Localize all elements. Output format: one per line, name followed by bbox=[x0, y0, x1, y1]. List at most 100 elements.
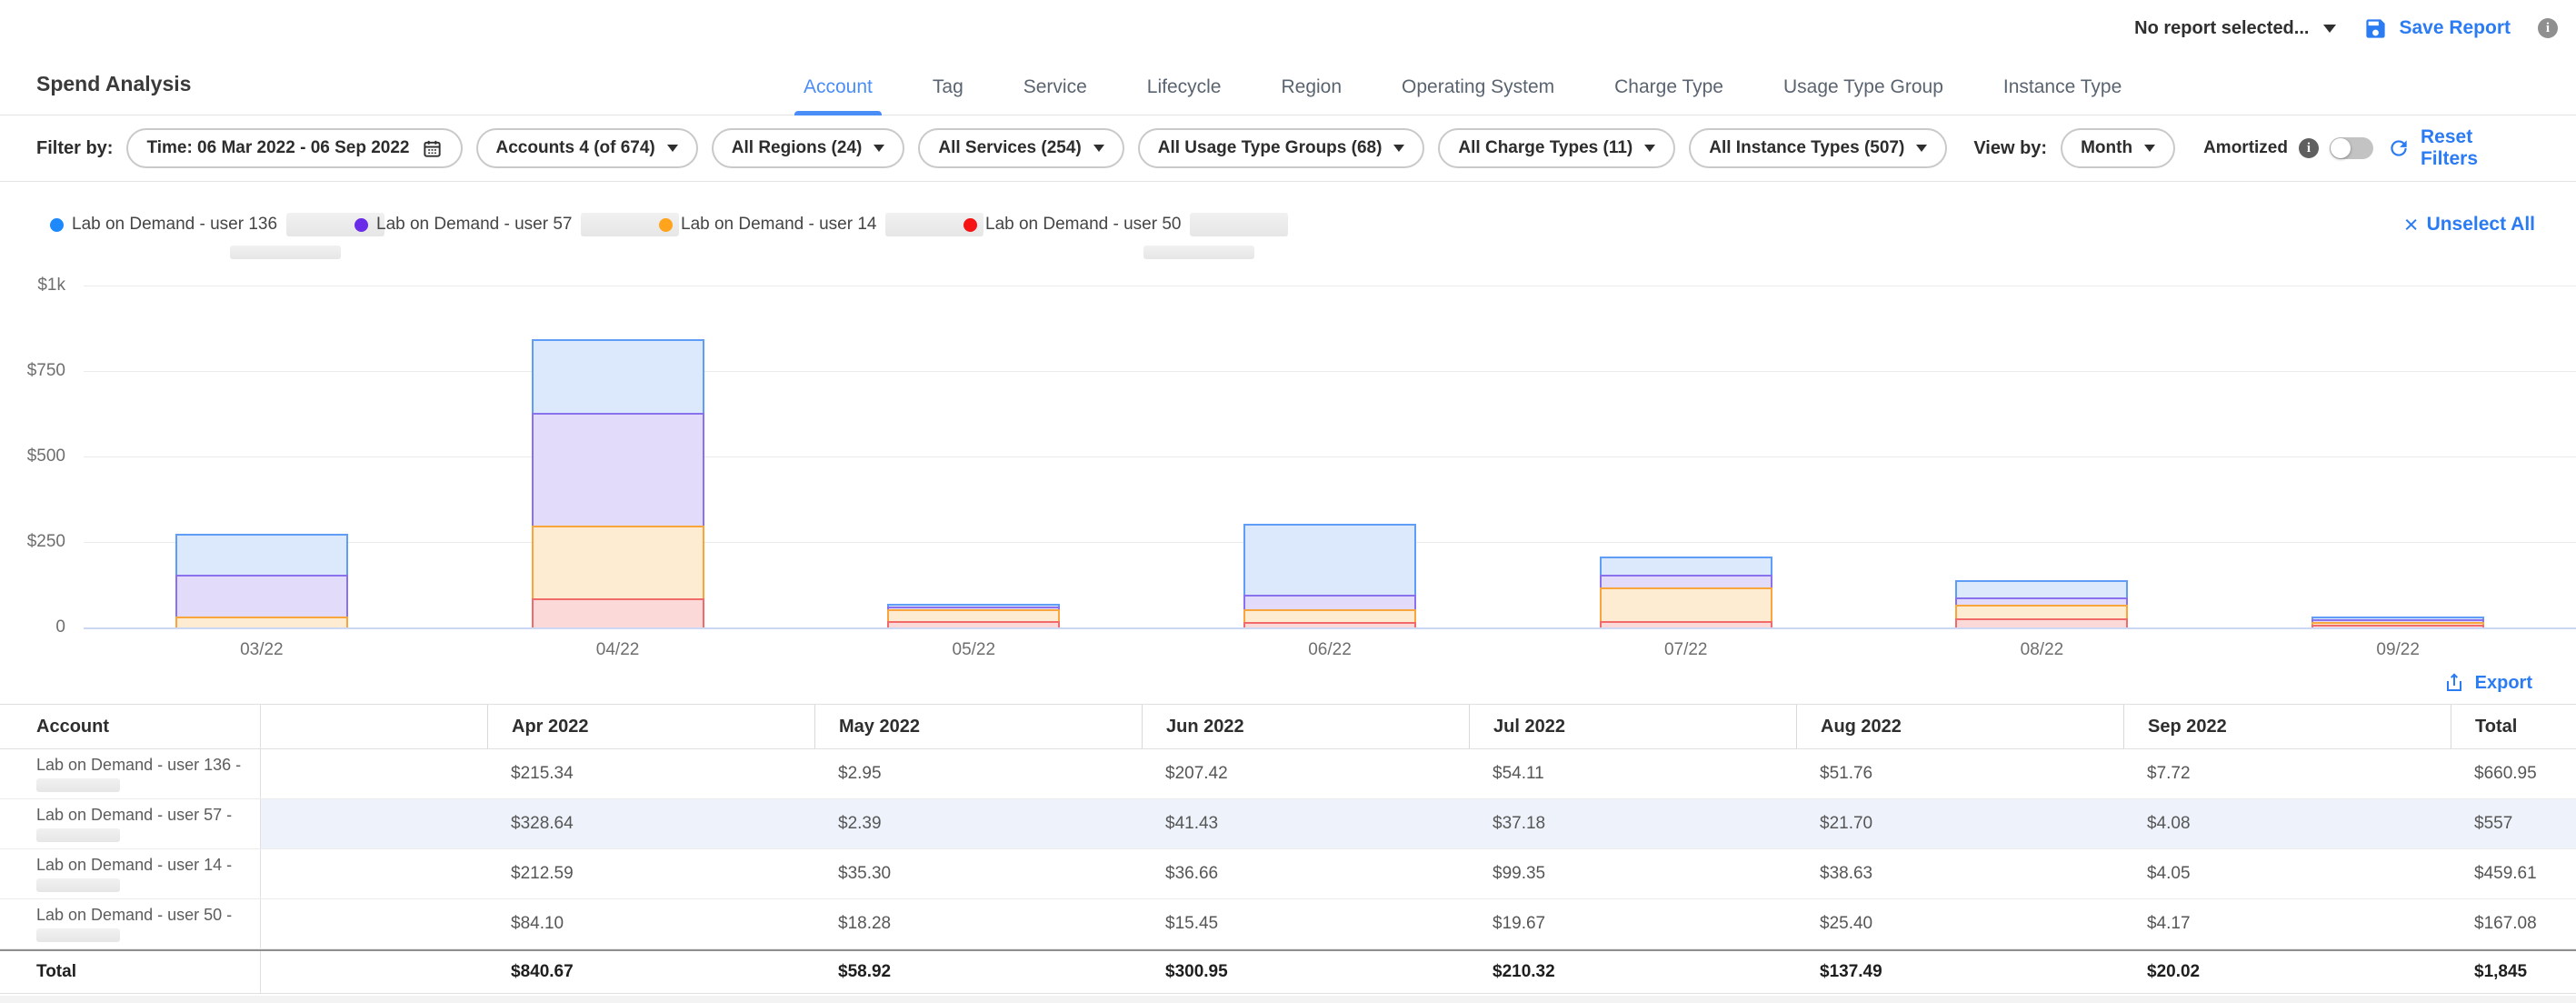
table-row[interactable]: Lab on Demand - user 50 -$84.10$18.28$15… bbox=[0, 899, 2576, 949]
tabs: Account Tag Service Lifecycle Region Operatin… bbox=[800, 76, 2125, 115]
tab-service[interactable]: Service bbox=[1020, 76, 1091, 115]
y-axis-tick-label: $1k bbox=[0, 276, 65, 296]
filter-dropdown-accounts-4[interactable]: Accounts 4 (of 674) bbox=[476, 128, 698, 168]
bar-segment-lab-on-demand-user-57[interactable] bbox=[1955, 597, 2128, 605]
tab-lifecycle[interactable]: Lifecycle bbox=[1143, 76, 1225, 115]
amortized-toggle[interactable] bbox=[2330, 137, 2373, 159]
tab-account[interactable]: Account bbox=[800, 76, 876, 115]
value-cell: $2.95 bbox=[814, 749, 1142, 798]
y-axis-tick-label: 0 bbox=[0, 617, 65, 637]
x-axis-tick-label: 07/22 bbox=[1508, 640, 1864, 660]
value-cell: $2.39 bbox=[814, 799, 1142, 848]
spacer-cell bbox=[261, 799, 487, 848]
stacked-bar-03-22[interactable] bbox=[175, 534, 348, 627]
bar-segment-lab-on-demand-user-136[interactable] bbox=[1243, 524, 1416, 595]
column-header-aug-2022: Aug 2022 bbox=[1796, 705, 2123, 748]
redacted-account-id bbox=[36, 828, 120, 842]
view-by-label: View by: bbox=[1973, 138, 2047, 159]
column-header-jul-2022: Jul 2022 bbox=[1469, 705, 1796, 748]
tab-label: Usage Type Group bbox=[1783, 76, 1943, 97]
bar-segment-lab-on-demand-user-50[interactable] bbox=[887, 621, 1060, 627]
bar-segment-lab-on-demand-user-136[interactable] bbox=[1600, 557, 1772, 575]
total-value-cell: $210.32 bbox=[1469, 951, 1796, 993]
redacted-account-id bbox=[36, 878, 120, 892]
bar-segment-lab-on-demand-user-57[interactable] bbox=[532, 413, 704, 526]
export-row: Export bbox=[0, 667, 2576, 698]
time-filter-pill[interactable]: Time: 06 Mar 2022 - 06 Sep 2022 bbox=[126, 128, 462, 168]
bar-segment-lab-on-demand-user-14[interactable] bbox=[1243, 609, 1416, 622]
legend-item-lab-on-demand-user-57[interactable]: Lab on Demand - user 57 bbox=[354, 213, 659, 236]
stacked-bar-09-22[interactable] bbox=[2311, 617, 2484, 627]
bar-segment-lab-on-demand-user-57[interactable] bbox=[1243, 595, 1416, 609]
tab-tag[interactable]: Tag bbox=[929, 76, 967, 115]
stacked-bar-05-22[interactable] bbox=[887, 604, 1060, 627]
filter-dropdown-all-regions[interactable]: All Regions (24) bbox=[712, 128, 905, 168]
bar-segment-lab-on-demand-user-14[interactable] bbox=[1600, 587, 1772, 621]
spend-chart: $1k$750$500$2500 03/2204/2205/2206/2207/… bbox=[0, 286, 2576, 667]
tab-instance-type[interactable]: Instance Type bbox=[2000, 76, 2125, 115]
toggle-knob bbox=[2331, 138, 2351, 158]
tab-usage-type-group[interactable]: Usage Type Group bbox=[1780, 76, 1947, 115]
table-row[interactable]: Lab on Demand - user 136 -$215.34$2.95$2… bbox=[0, 749, 2576, 799]
bar-segment-lab-on-demand-user-57[interactable] bbox=[1600, 575, 1772, 587]
x-axis-tick-label: 08/22 bbox=[1864, 640, 2221, 660]
tab-region[interactable]: Region bbox=[1277, 76, 1345, 115]
save-icon bbox=[2363, 16, 2388, 41]
value-cell: $36.66 bbox=[1142, 849, 1469, 898]
legend-item-lab-on-demand-user-136[interactable]: Lab on Demand - user 136 bbox=[50, 213, 354, 236]
filter-dropdown-all-instance-types[interactable]: All Instance Types (507) bbox=[1689, 128, 1947, 168]
table-row[interactable]: Lab on Demand - user 57 -$328.64$2.39$41… bbox=[0, 799, 2576, 849]
filter-dropdown-all-charge-types[interactable]: All Charge Types (11) bbox=[1438, 128, 1675, 168]
filter-by-label: Filter by: bbox=[36, 138, 113, 159]
legend-item-label: Lab on Demand - user 50 bbox=[985, 215, 1181, 235]
save-report-button[interactable]: Save Report bbox=[2363, 16, 2511, 41]
redacted-account-id-line2 bbox=[1143, 246, 1254, 259]
bar-segment-lab-on-demand-user-57[interactable] bbox=[175, 575, 348, 617]
table-header-row: AccountApr 2022May 2022Jun 2022Jul 2022A… bbox=[0, 705, 2576, 749]
filter-dropdown-all-services[interactable]: All Services (254) bbox=[918, 128, 1123, 168]
reset-filters-button[interactable]: Reset Filters bbox=[2387, 126, 2535, 170]
legend-item-lab-on-demand-user-50[interactable]: Lab on Demand - user 50 bbox=[964, 213, 1268, 236]
title-tabs-row: Spend Analysis AccountTagServiceLifecycl… bbox=[0, 49, 2576, 115]
legend-item-lab-on-demand-user-14[interactable]: Lab on Demand - user 14 bbox=[659, 213, 964, 236]
tab-operating-system[interactable]: Operating System bbox=[1398, 76, 1558, 115]
amortized-label: Amortized bbox=[2203, 138, 2288, 158]
bar-segment-lab-on-demand-user-136[interactable] bbox=[175, 534, 348, 575]
tab-label: Lifecycle bbox=[1147, 76, 1222, 97]
filter-dropdown-all-usage-type-groups[interactable]: All Usage Type Groups (68) bbox=[1138, 128, 1425, 168]
tab-charge-type[interactable]: Charge Type bbox=[1611, 76, 1727, 115]
export-button[interactable]: Export bbox=[2443, 672, 2532, 694]
stacked-bar-07-22[interactable] bbox=[1600, 557, 1772, 627]
amortized-info-icon[interactable]: i bbox=[2299, 138, 2319, 158]
spacer-cell bbox=[261, 951, 487, 993]
bar-segment-lab-on-demand-user-14[interactable] bbox=[1955, 605, 2128, 618]
info-icon[interactable]: i bbox=[2538, 18, 2558, 38]
chevron-down-icon bbox=[874, 145, 884, 152]
legend-dot bbox=[354, 218, 368, 232]
bar-segment-lab-on-demand-user-50[interactable] bbox=[2311, 625, 2484, 627]
spacer-cell bbox=[261, 849, 487, 898]
value-cell: $207.42 bbox=[1142, 749, 1469, 798]
amortized-control: Amortized i bbox=[2203, 137, 2373, 159]
stacked-bar-06-22[interactable] bbox=[1243, 524, 1416, 627]
bar-segment-lab-on-demand-user-50[interactable] bbox=[1955, 618, 2128, 627]
bar-segment-lab-on-demand-user-136[interactable] bbox=[1955, 580, 2128, 597]
bar-segment-lab-on-demand-user-14[interactable] bbox=[532, 526, 704, 598]
export-icon bbox=[2443, 672, 2465, 694]
stacked-bar-08-22[interactable] bbox=[1955, 580, 2128, 627]
bar-segment-lab-on-demand-user-136[interactable] bbox=[532, 339, 704, 413]
bar-segment-lab-on-demand-user-50[interactable] bbox=[1600, 621, 1772, 627]
table-row[interactable]: Lab on Demand - user 14 -$212.59$35.30$3… bbox=[0, 849, 2576, 899]
report-selector[interactable]: No report selected... bbox=[2134, 18, 2336, 39]
bar-segment-lab-on-demand-user-50[interactable] bbox=[1243, 622, 1416, 627]
spacer-cell bbox=[261, 749, 487, 798]
chart-legend: Lab on Demand - user 136Lab on Demand - … bbox=[0, 204, 2576, 246]
stacked-bar-04-22[interactable] bbox=[532, 339, 704, 627]
unselect-all-button[interactable]: × Unselect All bbox=[2404, 214, 2535, 236]
bar-segment-lab-on-demand-user-50[interactable] bbox=[532, 598, 704, 627]
bar-segment-lab-on-demand-user-14[interactable] bbox=[175, 617, 348, 627]
view-by-dropdown[interactable]: Month bbox=[2061, 128, 2175, 168]
tab-label: Region bbox=[1281, 76, 1342, 97]
bar-segment-lab-on-demand-user-14[interactable] bbox=[887, 609, 1060, 621]
chart-month-slot: 07/22 bbox=[1508, 286, 1864, 627]
